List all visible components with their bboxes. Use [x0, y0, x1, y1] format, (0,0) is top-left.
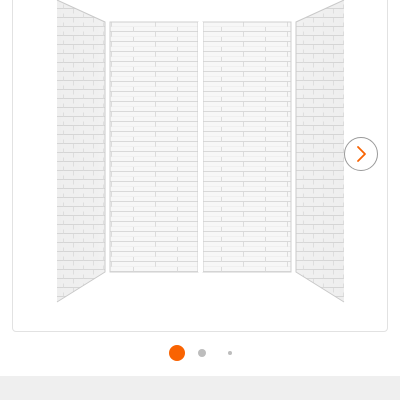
pagination-dot[interactable]	[227, 351, 232, 355]
next-image-button[interactable]	[344, 137, 378, 171]
chevron-right-icon	[357, 146, 366, 162]
product-media-section	[0, 0, 400, 400]
pagination-dot[interactable]	[197, 349, 206, 357]
section-divider-band	[0, 376, 400, 400]
image-pagination	[0, 343, 400, 363]
product-image-gallery	[12, 0, 388, 332]
pagination-dot-active[interactable]	[168, 345, 185, 361]
product-image[interactable]	[13, 0, 388, 332]
